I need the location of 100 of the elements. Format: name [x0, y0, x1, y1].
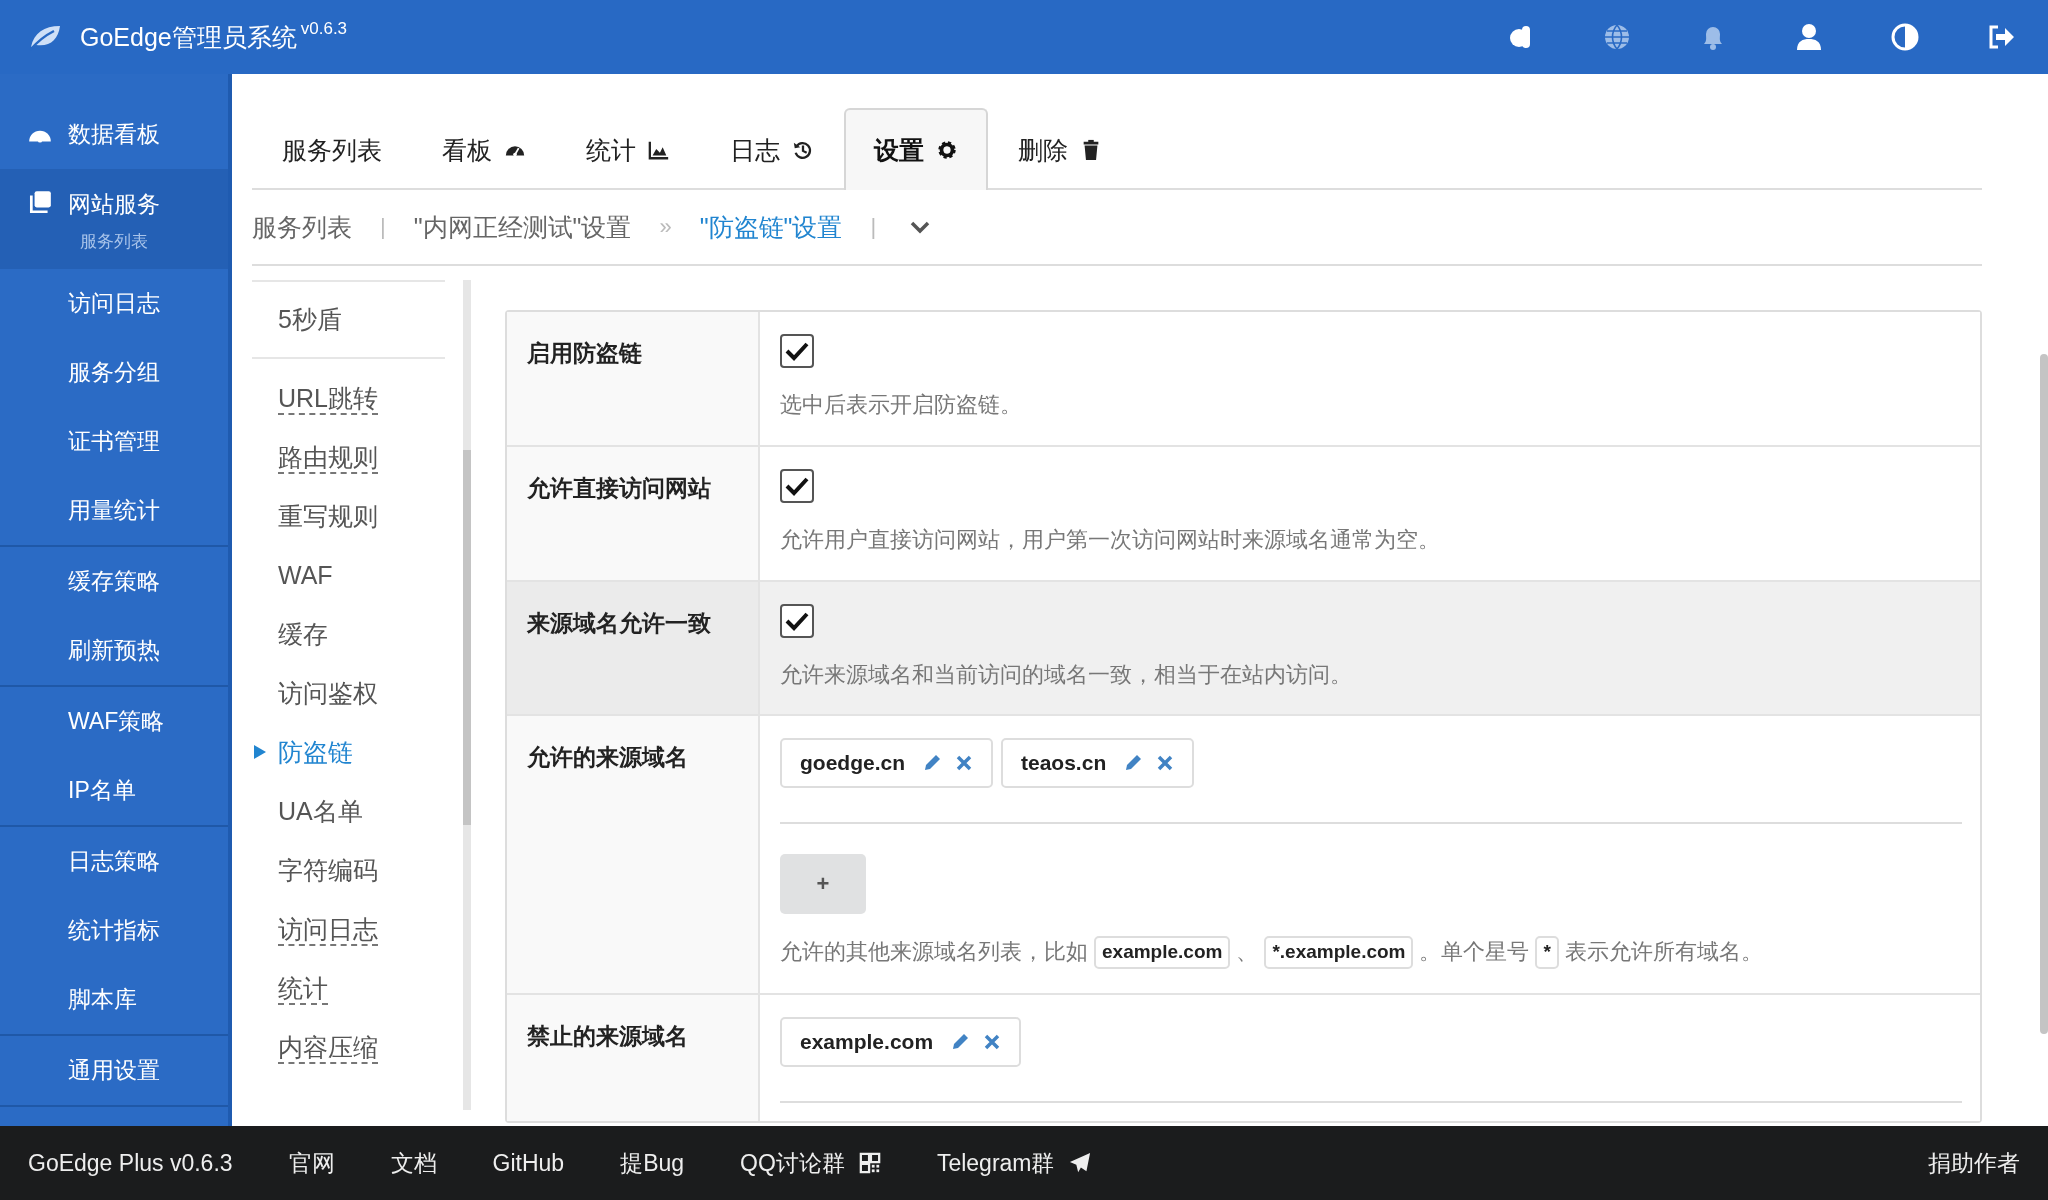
- checkbox[interactable]: [780, 603, 814, 638]
- sidebar-item[interactable]: 网站服务 服务列表: [0, 169, 228, 269]
- submenu-item[interactable]: 重写规则: [278, 500, 378, 533]
- sidebar-item[interactable]: 缓存策略: [0, 547, 228, 616]
- sidebar-item[interactable]: 访问日志: [0, 269, 228, 338]
- sidebar-label: IP名单: [68, 776, 136, 805]
- submenu-item[interactable]: 字符编码: [278, 854, 378, 887]
- submenu-item[interactable]: 统计: [278, 972, 328, 1005]
- triangle-icon: [254, 745, 266, 759]
- sidebar-item[interactable]: 通用设置: [0, 1036, 228, 1105]
- sidebar-item[interactable]: 刷新预热: [0, 616, 228, 685]
- app-title: GoEdge管理员系统: [80, 21, 297, 53]
- sidebar-item[interactable]: 脚本库: [0, 965, 228, 1034]
- code-snippet: example.com: [1094, 936, 1231, 969]
- tab[interactable]: 日志: [700, 108, 844, 190]
- footer-link[interactable]: 官网: [288, 1147, 335, 1179]
- breadcrumb-link[interactable]: "内网正经测试"设置: [413, 210, 632, 244]
- sidebar-item[interactable]: 证书管理: [0, 407, 228, 476]
- code-snippet: *: [1535, 936, 1559, 969]
- breadcrumb-current[interactable]: "防盗链"设置: [699, 210, 843, 244]
- sidebar-label: 日志策略: [68, 847, 160, 876]
- sidebar-label: 缓存策略: [68, 567, 160, 596]
- breadcrumb-separator: »: [659, 214, 672, 240]
- area-chart-icon: [648, 139, 670, 161]
- domain-name: example.com: [800, 1030, 934, 1054]
- checkbox[interactable]: [780, 468, 814, 503]
- footer-link[interactable]: Telegram群: [936, 1147, 1091, 1179]
- help-text: 允许来源域名和当前访问的域名一致，相当于在站内访问。: [780, 660, 1352, 689]
- code-snippet: *.example.com: [1264, 936, 1414, 969]
- submenu-item[interactable]: 缓存: [278, 618, 328, 651]
- contrast-icon[interactable]: [1890, 22, 1920, 52]
- pencil-icon[interactable]: [1124, 754, 1143, 773]
- footer-link[interactable]: GitHub: [492, 1149, 565, 1177]
- user-icon[interactable]: [1794, 22, 1824, 52]
- submenu-item[interactable]: UA名单: [278, 795, 363, 828]
- sidebar-label: 服务分组: [68, 358, 160, 387]
- field-label: 允许直接访问网站: [507, 446, 760, 580]
- sidebar-label: 数据看板: [68, 120, 160, 149]
- field-label: 启用防盗链: [507, 312, 760, 445]
- submenu-item[interactable]: 防盗链: [278, 736, 353, 769]
- close-icon[interactable]: [983, 1033, 1002, 1051]
- sidebar-item[interactable]: 数据看板: [0, 100, 228, 169]
- help-text: 允许的其他来源域名列表，比如: [780, 938, 1088, 967]
- sidebar-label: 通用设置: [68, 1056, 160, 1085]
- domain-name: teaos.cn: [1021, 751, 1107, 776]
- sidebar-label: 访问日志: [68, 289, 160, 318]
- sidebar-item[interactable]: 统计指标: [0, 896, 228, 965]
- sidebar-item[interactable]: WAF策略: [0, 687, 228, 756]
- chevron-down-icon[interactable]: [910, 220, 931, 234]
- sidebar-sub-label: 服务列表: [80, 231, 148, 253]
- scrollbar-thumb[interactable]: [463, 450, 471, 825]
- globe-icon[interactable]: [1602, 22, 1632, 52]
- history-icon: [792, 139, 814, 161]
- footer-link[interactable]: 文档: [390, 1147, 437, 1179]
- sidebar-label: 网站服务: [68, 190, 160, 219]
- help-text: 选中后表示开启防盗链。: [780, 391, 1022, 419]
- submenu-item[interactable]: 访问日志: [278, 913, 378, 946]
- paper-plane-icon: [1068, 1152, 1091, 1174]
- sidebar-label: WAF策略: [68, 707, 165, 736]
- breadcrumb-link[interactable]: 服务列表: [252, 210, 352, 244]
- sidebar-item[interactable]: IP名单: [0, 756, 228, 825]
- close-icon[interactable]: [1156, 754, 1175, 773]
- sidebar-item[interactable]: 服务分组: [0, 338, 228, 407]
- submenu-item[interactable]: WAF: [278, 561, 333, 590]
- tab[interactable]: 设置: [844, 108, 988, 190]
- footer-link[interactable]: QQ讨论群: [740, 1147, 881, 1179]
- submenu-item[interactable]: 5秒盾: [278, 303, 342, 336]
- close-icon[interactable]: [955, 754, 973, 773]
- help-text: 。单个星号: [1419, 938, 1530, 967]
- footer-link[interactable]: 捐助作者: [1928, 1147, 2020, 1179]
- tab[interactable]: 服务列表: [252, 108, 412, 190]
- add-button[interactable]: +: [780, 854, 866, 915]
- sidebar-item[interactable]: 用量统计: [0, 476, 228, 545]
- checkbox[interactable]: [780, 334, 814, 368]
- breadcrumb-separator: |: [380, 214, 386, 240]
- sidebar-label: 脚本库: [68, 985, 137, 1014]
- field-label: 来源域名允许一致: [507, 581, 760, 715]
- sidebar-item[interactable]: 日志策略: [0, 827, 228, 896]
- submenu-item[interactable]: 内容压缩: [278, 1031, 378, 1064]
- pencil-icon[interactable]: [923, 754, 941, 773]
- settings-icon: [936, 139, 958, 161]
- tab[interactable]: 看板: [412, 108, 556, 190]
- field-label: 允许的来源域名: [507, 716, 760, 993]
- sidebar-label: 用量统计: [68, 496, 160, 525]
- submenu-item[interactable]: URL跳转: [278, 382, 378, 415]
- sidebar-label: 证书管理: [68, 427, 160, 456]
- breadcrumb-separator: |: [870, 214, 877, 240]
- submenu-item[interactable]: 路由规则: [278, 441, 378, 474]
- pencil-icon[interactable]: [951, 1033, 970, 1051]
- tab[interactable]: 统计: [556, 108, 700, 190]
- sidebar-label: 统计指标: [68, 916, 160, 945]
- field-label: 禁止的来源域名: [507, 995, 760, 1121]
- footer-link[interactable]: 提Bug: [620, 1147, 685, 1179]
- sidebar-label: 刷新预热: [68, 636, 160, 665]
- submenu-item[interactable]: 访问鉴权: [278, 677, 378, 710]
- scrollbar-thumb[interactable]: [2040, 354, 2048, 1034]
- footer-link[interactable]: GoEdge Plus v0.6.3: [28, 1149, 233, 1177]
- help-text: 表示允许所有域名。: [1564, 938, 1763, 967]
- version-label: v0.6.3: [300, 19, 348, 39]
- tab[interactable]: 删除: [988, 108, 1132, 190]
